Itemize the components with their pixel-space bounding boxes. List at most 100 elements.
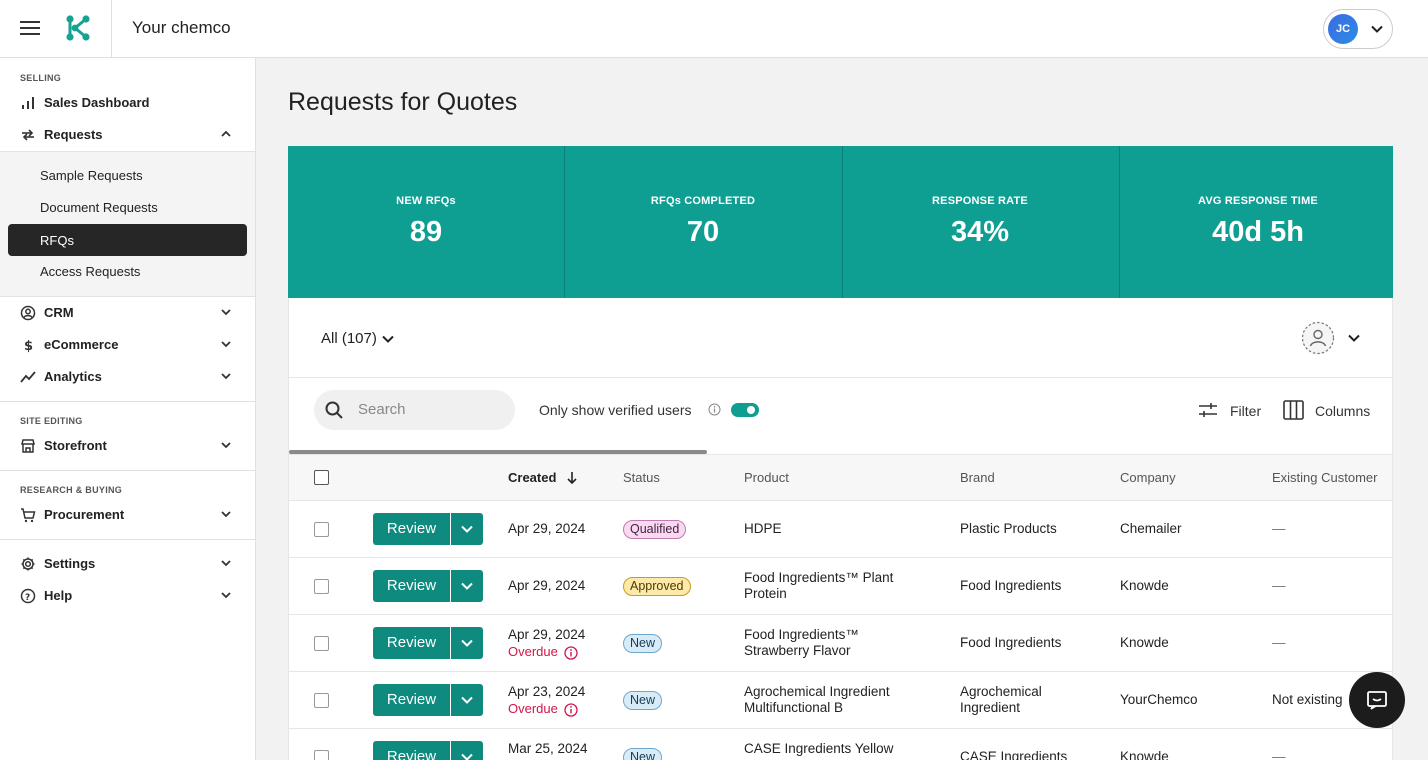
review-dropdown-button[interactable] — [451, 513, 483, 545]
status-badge: Approved — [623, 577, 691, 596]
table-row[interactable]: Review Apr 29, 2024 Approved Food Ingred… — [289, 558, 1392, 615]
table-row[interactable]: Review Apr 29, 2024 Qualified HDPE Plast… — [289, 501, 1392, 558]
row-checkbox[interactable] — [314, 522, 329, 537]
review-button[interactable]: Review — [373, 570, 450, 602]
chevron-down-icon[interactable] — [381, 332, 395, 346]
product-name[interactable]: Food Ingredients™ Strawberry Flavor — [744, 627, 924, 659]
column-header-existing-customer[interactable]: Existing Customer — [1272, 470, 1377, 485]
overdue-label: Overdue — [508, 644, 558, 659]
sidebar-item-requests[interactable]: Requests — [8, 119, 248, 149]
menu-icon[interactable] — [20, 20, 40, 36]
chevron-down-icon — [461, 696, 473, 704]
stat-label: RFQs COMPLETED — [650, 195, 756, 207]
trend-line-icon — [20, 371, 36, 383]
sidebar-item-sales-dashboard[interactable]: Sales Dashboard — [8, 87, 248, 117]
select-all-checkbox[interactable] — [314, 470, 329, 485]
sidebar-item-crm[interactable]: CRM — [8, 297, 248, 327]
product-name[interactable]: HDPE — [744, 521, 934, 537]
toggle-knob — [747, 406, 755, 414]
stat-rfqs-completed: RFQs COMPLETED 70 — [565, 146, 841, 298]
sidebar-item-rfqs[interactable]: RFQs — [8, 224, 247, 256]
sidebar-item-label: Settings — [44, 556, 96, 571]
row-checkbox[interactable] — [314, 750, 329, 760]
sidebar-item-procurement[interactable]: Procurement — [8, 499, 248, 529]
existing-customer: — — [1272, 749, 1286, 760]
status-badge: New — [623, 748, 663, 760]
table-row[interactable]: Review Apr 23, 2024 Overdue New Agrochem… — [289, 672, 1392, 729]
company-name-cell[interactable]: Knowde — [1120, 578, 1169, 594]
stat-label: NEW RFQs — [396, 195, 456, 207]
search-box[interactable] — [314, 390, 515, 430]
chevron-down-icon — [221, 442, 231, 449]
column-header-product[interactable]: Product — [744, 470, 789, 485]
sidebar-item-storefront[interactable]: Storefront — [8, 430, 248, 460]
company-name-cell[interactable]: Knowde — [1120, 635, 1169, 651]
row-checkbox[interactable] — [314, 636, 329, 651]
review-dropdown-button[interactable] — [451, 627, 483, 659]
chat-button[interactable] — [1349, 672, 1405, 728]
page-title: Requests for Quotes — [288, 88, 518, 116]
sidebar-item-help[interactable]: ? Help — [8, 580, 248, 610]
sidebar-item-label: Procurement — [44, 507, 125, 522]
product-name[interactable]: Food Ingredients™ Plant Protein — [744, 570, 934, 602]
chevron-down-icon — [461, 753, 473, 760]
info-icon[interactable] — [708, 403, 721, 416]
sidebar-item-ecommerce[interactable]: $ eCommerce — [8, 329, 248, 359]
sidebar-item-sample-requests[interactable]: Sample Requests — [8, 159, 247, 191]
sidebar-item-analytics[interactable]: Analytics — [8, 361, 248, 391]
chat-icon — [1367, 691, 1387, 710]
knowde-logo[interactable] — [64, 14, 92, 42]
chevron-down-icon — [221, 309, 231, 316]
section-label-research-buying: RESEARCH & BUYING — [20, 485, 123, 495]
sidebar-item-document-requests[interactable]: Document Requests — [8, 191, 247, 223]
row-checkbox[interactable] — [314, 579, 329, 594]
cart-icon — [21, 508, 36, 523]
chevron-down-icon — [221, 592, 231, 599]
review-button-group: Review — [373, 741, 483, 760]
review-button[interactable]: Review — [373, 741, 450, 760]
review-dropdown-button[interactable] — [451, 684, 483, 716]
help-icon: ? — [20, 588, 36, 604]
svg-text:?: ? — [25, 593, 30, 603]
filter-label: Filter — [1230, 403, 1262, 419]
table-row[interactable]: Review Mar 25, 2024 New CASE Ingredients… — [289, 729, 1392, 760]
arrow-down-icon[interactable] — [566, 471, 578, 485]
sidebar-item-label: Analytics — [44, 369, 102, 384]
search-icon — [325, 401, 343, 419]
column-header-company[interactable]: Company — [1120, 470, 1176, 485]
assignee-filter-button[interactable] — [1301, 321, 1363, 355]
sidebar-item-access-requests[interactable]: Access Requests — [8, 255, 247, 287]
review-button[interactable]: Review — [373, 513, 450, 545]
created-date: Apr 29, 2024 — [508, 578, 586, 593]
status-badge: New — [623, 691, 663, 710]
stat-avg-response-time: AVG RESPONSE TIME 40d 5h — [1120, 146, 1396, 298]
view-filter-dropdown[interactable]: All (107) — [321, 330, 377, 347]
column-header-created[interactable]: Created — [508, 470, 556, 485]
sidebar-item-label: Requests — [44, 127, 103, 142]
sidebar-item-label: Storefront — [44, 438, 107, 453]
stat-value: 34% — [950, 216, 1010, 248]
product-name[interactable]: Agrochemical Ingredient Multifunctional … — [744, 684, 934, 716]
table-row[interactable]: Review Apr 29, 2024 Overdue New Food Ing… — [289, 615, 1392, 672]
alert-info-icon[interactable] — [564, 646, 578, 660]
user-menu-button[interactable]: JC — [1323, 9, 1393, 49]
columns-icon — [1283, 400, 1304, 420]
review-button[interactable]: Review — [373, 684, 450, 716]
review-button[interactable]: Review — [373, 627, 450, 659]
company-name-cell[interactable]: YourChemco — [1120, 692, 1198, 708]
chevron-down-icon — [461, 525, 473, 533]
verified-users-toggle[interactable] — [731, 403, 759, 417]
review-dropdown-button[interactable] — [451, 570, 483, 602]
sidebar-item-settings[interactable]: Settings — [8, 548, 248, 578]
product-name[interactable]: CASE Ingredients Yellow — [744, 741, 934, 757]
company-name-cell[interactable]: Knowde — [1120, 749, 1169, 760]
review-dropdown-button[interactable] — [451, 741, 483, 760]
search-input[interactable] — [358, 401, 508, 418]
chevron-down-icon — [221, 373, 231, 380]
column-header-brand[interactable]: Brand — [960, 470, 995, 485]
chevron-down-icon — [221, 341, 231, 348]
row-checkbox[interactable] — [314, 693, 329, 708]
company-name-cell[interactable]: Chemailer — [1120, 521, 1182, 537]
column-header-status[interactable]: Status — [623, 470, 660, 485]
alert-info-icon[interactable] — [564, 703, 578, 717]
